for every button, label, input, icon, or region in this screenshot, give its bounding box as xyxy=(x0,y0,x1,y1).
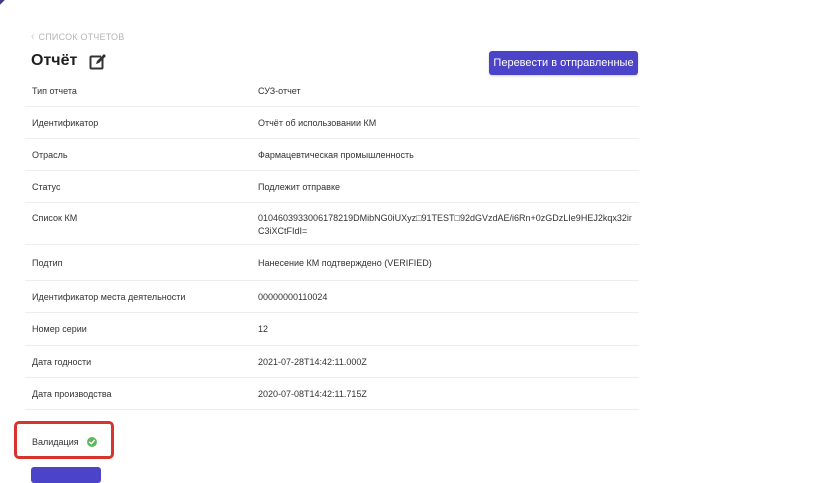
field-value: 00000000110024 xyxy=(258,292,328,302)
validation-highlight: Валидация xyxy=(14,421,114,459)
table-row: Дата производства 2020-07-08T14:42:11.71… xyxy=(25,378,639,410)
chevron-left-icon: ‹ xyxy=(31,31,35,42)
table-row: Номер серии 12 xyxy=(25,313,639,346)
field-label: Тип отчета xyxy=(32,86,77,96)
table-row: Идентификатор Отчёт об использовании КМ xyxy=(25,107,639,139)
field-value: Нанесение КМ подтверждено (VERIFIED) xyxy=(258,258,432,268)
send-to-sent-button[interactable]: Перевести в отправленные xyxy=(489,51,638,75)
field-value: 0104603933006178219DMibNG0iUXyz□91TEST□9… xyxy=(258,213,632,236)
field-label: Список КМ xyxy=(32,213,78,223)
field-value: СУЗ-отчет xyxy=(258,86,301,96)
table-row: Дата годности 2021-07-28T14:42:11.000Z xyxy=(25,346,639,378)
field-label: Идентификатор места деятельности xyxy=(32,292,186,302)
field-label: Дата годности xyxy=(32,357,92,367)
field-value: Подлежит отправке xyxy=(258,182,340,192)
field-label: Дата производства xyxy=(32,389,112,399)
table-row: Идентификатор места деятельности 0000000… xyxy=(25,281,639,313)
table-row: Статус Подлежит отправке xyxy=(25,171,639,203)
field-value: Отчёт об использовании КМ xyxy=(258,118,377,128)
field-value: 2020-07-08T14:42:11.715Z xyxy=(258,389,367,399)
bottom-action-button[interactable] xyxy=(31,467,101,483)
table-row: Список КМ 0104603933006178219DMibNG0iUXy… xyxy=(25,203,639,245)
validation-label: Валидация xyxy=(32,437,79,447)
field-label: Идентификатор xyxy=(32,118,99,128)
table-row: Отрасль Фармацевтическая промышленность xyxy=(25,139,639,171)
field-value: 2021-07-28T14:42:11.000Z xyxy=(258,357,367,367)
field-label: Номер серии xyxy=(32,324,87,334)
field-label: Статус xyxy=(32,182,61,192)
report-details-table: Тип отчета СУЗ-отчет Идентификатор Отчёт… xyxy=(25,76,639,410)
field-value: 12 xyxy=(258,324,269,334)
field-label: Подтип xyxy=(32,258,63,268)
check-circle-icon xyxy=(87,437,97,447)
table-row: Тип отчета СУЗ-отчет xyxy=(25,76,639,107)
edit-icon[interactable] xyxy=(89,53,107,71)
page-title: Отчёт xyxy=(31,52,78,69)
field-value: Фармацевтическая промышленность xyxy=(258,150,414,160)
field-label: Отрасль xyxy=(32,150,68,160)
table-row: Подтип Нанесение КМ подтверждено (VERIFI… xyxy=(25,245,639,281)
corner-decoration xyxy=(0,0,20,20)
breadcrumb[interactable]: ‹ СПИСОК ОТЧЕТОВ xyxy=(31,31,124,42)
breadcrumb-link-reports[interactable]: СПИСОК ОТЧЕТОВ xyxy=(39,32,125,42)
